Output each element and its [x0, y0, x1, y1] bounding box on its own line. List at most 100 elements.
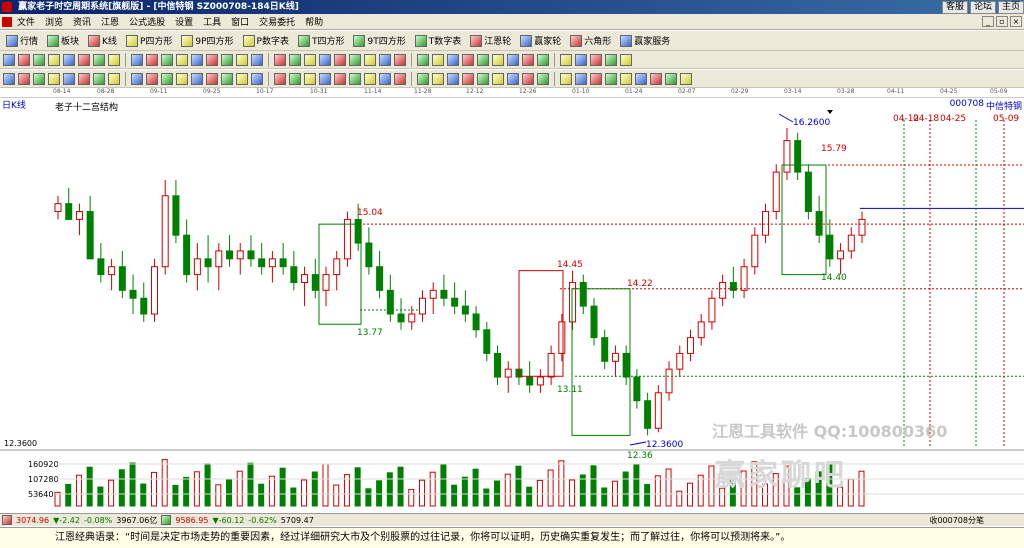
analysis-tool-icon-24[interactable] — [379, 72, 391, 85]
draw-tool-icon-30[interactable] — [477, 53, 489, 66]
menu-formula[interactable]: 公式选股 — [124, 15, 170, 28]
analysis-tool-icon-41[interactable] — [650, 72, 662, 85]
draw-tool-icon-18[interactable] — [289, 53, 301, 66]
draw-tool-icon-16[interactable] — [251, 53, 263, 66]
draw-tool-icon-35[interactable] — [560, 53, 572, 66]
tb-service[interactable]: 赢家服务 — [617, 33, 673, 49]
menu-file[interactable]: 文件 — [12, 15, 40, 28]
analysis-tool-icon-16[interactable] — [251, 72, 263, 85]
draw-tool-icon-13[interactable] — [206, 53, 218, 66]
draw-tool-icon-11[interactable] — [176, 53, 188, 66]
draw-tool-icon-4[interactable] — [63, 53, 75, 66]
tick-detail-label[interactable]: 收000708分笔 — [929, 515, 984, 526]
kline-chart[interactable]: 16.2600 15.79 15.04 14.45 14.22 14.40 13.77 13.… — [0, 98, 1024, 513]
link-service[interactable]: 客服 — [941, 1, 968, 14]
draw-tool-icon-29[interactable] — [462, 53, 474, 66]
analysis-tool-icon-32[interactable] — [507, 72, 519, 85]
draw-tool-icon-9[interactable] — [146, 53, 158, 66]
analysis-tool-icon-15[interactable] — [236, 72, 248, 85]
analysis-tool-icon-8[interactable] — [131, 72, 143, 85]
draw-tool-icon-7[interactable] — [108, 53, 120, 66]
draw-tool-icon-14[interactable] — [221, 53, 233, 66]
draw-tool-icon-32[interactable] — [507, 53, 519, 66]
draw-tool-icon-10[interactable] — [161, 53, 173, 66]
analysis-tool-icon-3[interactable] — [48, 72, 60, 85]
tb-kline[interactable]: K线 — [85, 33, 120, 49]
tb-hexagon[interactable]: 六角形 — [567, 33, 614, 49]
tb-winner-wheel[interactable]: 赢家轮 — [517, 33, 564, 49]
analysis-tool-icon-11[interactable] — [176, 72, 188, 85]
analysis-tool-icon-0[interactable] — [3, 72, 15, 85]
draw-tool-icon-27[interactable] — [432, 53, 444, 66]
draw-tool-icon-19[interactable] — [304, 53, 316, 66]
analysis-tool-icon-37[interactable] — [590, 72, 602, 85]
menu-browse[interactable]: 浏览 — [40, 15, 68, 28]
analysis-tool-icon-19[interactable] — [304, 72, 316, 85]
analysis-tool-icon-26[interactable] — [417, 72, 429, 85]
minimize-button[interactable]: _ — [982, 16, 994, 27]
menu-trade[interactable]: 交易委托 — [254, 15, 300, 28]
tb-gann-wheel[interactable]: 江恩轮 — [467, 33, 514, 49]
analysis-tool-icon-9[interactable] — [146, 72, 158, 85]
restore-button[interactable]: ▫ — [996, 16, 1008, 27]
analysis-tool-icon-6[interactable] — [93, 72, 105, 85]
tb-p-table[interactable]: P数字表 — [240, 33, 292, 49]
tb-t-table[interactable]: T数字表 — [412, 33, 465, 49]
draw-tool-icon-38[interactable] — [605, 53, 617, 66]
draw-tool-icon-28[interactable] — [447, 53, 459, 66]
menu-help[interactable]: 帮助 — [300, 15, 328, 28]
draw-tool-icon-20[interactable] — [319, 53, 331, 66]
menu-settings[interactable]: 设置 — [170, 15, 198, 28]
draw-tool-icon-22[interactable] — [349, 53, 361, 66]
analysis-tool-icon-39[interactable] — [620, 72, 632, 85]
analysis-tool-icon-30[interactable] — [477, 72, 489, 85]
link-forum[interactable]: 论坛 — [969, 1, 996, 14]
analysis-tool-icon-36[interactable] — [575, 72, 587, 85]
close-button[interactable]: × — [1010, 16, 1022, 27]
analysis-tool-icon-17[interactable] — [274, 72, 286, 85]
draw-tool-icon-39[interactable] — [620, 53, 632, 66]
menu-info[interactable]: 资讯 — [68, 15, 96, 28]
analysis-tool-icon-27[interactable] — [432, 72, 444, 85]
analysis-tool-icon-38[interactable] — [605, 72, 617, 85]
draw-tool-icon-6[interactable] — [93, 53, 105, 66]
analysis-tool-icon-42[interactable] — [665, 72, 677, 85]
draw-tool-icon-2[interactable] — [33, 53, 45, 66]
analysis-tool-icon-25[interactable] — [394, 72, 406, 85]
analysis-tool-icon-22[interactable] — [349, 72, 361, 85]
analysis-tool-icon-20[interactable] — [319, 72, 331, 85]
analysis-tool-icon-5[interactable] — [78, 72, 90, 85]
analysis-tool-icon-4[interactable] — [63, 72, 75, 85]
draw-tool-icon-0[interactable] — [3, 53, 15, 66]
analysis-tool-icon-10[interactable] — [161, 72, 173, 85]
tb-9t-square[interactable]: 9T四方形 — [350, 33, 408, 49]
draw-tool-icon-12[interactable] — [191, 53, 203, 66]
analysis-tool-icon-35[interactable] — [560, 72, 572, 85]
menu-gann[interactable]: 江恩 — [96, 15, 124, 28]
draw-tool-icon-33[interactable] — [522, 53, 534, 66]
tb-quotes[interactable]: 行情 — [3, 33, 41, 49]
system-menu-icon[interactable] — [2, 16, 12, 27]
menu-tools[interactable]: 工具 — [198, 15, 226, 28]
analysis-tool-icon-1[interactable] — [18, 72, 30, 85]
analysis-tool-icon-28[interactable] — [447, 72, 459, 85]
analysis-tool-icon-18[interactable] — [289, 72, 301, 85]
draw-tool-icon-24[interactable] — [379, 53, 391, 66]
analysis-tool-icon-12[interactable] — [191, 72, 203, 85]
draw-tool-icon-23[interactable] — [364, 53, 376, 66]
menu-window[interactable]: 窗口 — [226, 15, 254, 28]
analysis-tool-icon-43[interactable] — [680, 72, 692, 85]
draw-tool-icon-15[interactable] — [236, 53, 248, 66]
draw-tool-icon-3[interactable] — [48, 53, 60, 66]
analysis-tool-icon-14[interactable] — [221, 72, 233, 85]
draw-tool-icon-26[interactable] — [417, 53, 429, 66]
analysis-tool-icon-23[interactable] — [364, 72, 376, 85]
draw-tool-icon-31[interactable] — [492, 53, 504, 66]
analysis-tool-icon-21[interactable] — [334, 72, 346, 85]
draw-tool-icon-21[interactable] — [334, 53, 346, 66]
analysis-tool-icon-13[interactable] — [206, 72, 218, 85]
draw-tool-icon-34[interactable] — [537, 53, 549, 66]
analysis-tool-icon-29[interactable] — [462, 72, 474, 85]
draw-tool-icon-1[interactable] — [18, 53, 30, 66]
draw-tool-icon-8[interactable] — [131, 53, 143, 66]
